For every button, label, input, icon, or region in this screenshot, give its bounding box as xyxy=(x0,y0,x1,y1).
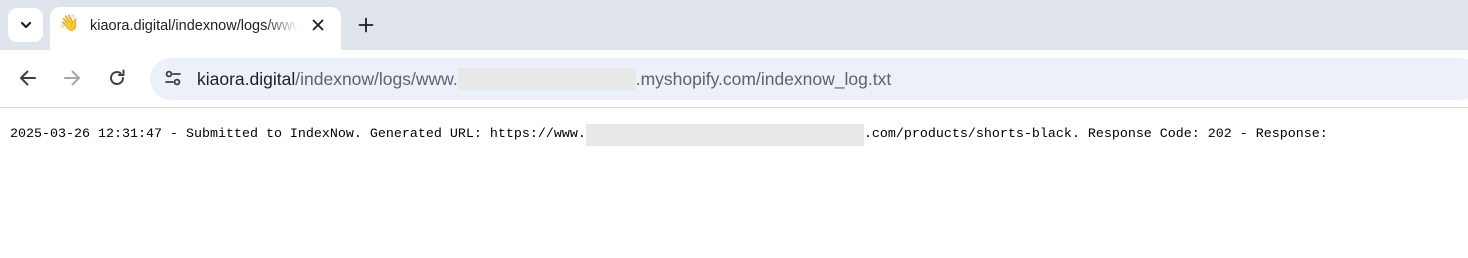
url-redaction xyxy=(457,68,636,90)
tune-icon xyxy=(165,70,181,86)
forward-button[interactable] xyxy=(60,66,84,90)
reload-icon xyxy=(110,69,125,85)
log-line: 2025-03-26 12:31:47 - Submitted to Index… xyxy=(10,124,1328,146)
tab-title: kiaora.digital/indexnow/logs/www. xyxy=(90,18,298,34)
waving-hand-icon: 👋 xyxy=(59,15,79,32)
chevron-down-icon xyxy=(20,21,31,29)
url-path-suffix: .myshopify.com/indexnow_log.txt xyxy=(635,69,892,89)
new-tab-button[interactable] xyxy=(354,13,378,37)
url-text[interactable]: kiaora.digital /indexnow/logs/www. .mysh… xyxy=(197,68,891,90)
log-redaction xyxy=(585,124,864,146)
log-line-prefix: 2025-03-26 12:31:47 - Submitted to Index… xyxy=(10,127,586,142)
url-path-prefix: /indexnow/logs/www. xyxy=(295,69,458,89)
back-arrow-icon xyxy=(20,70,36,86)
browser-toolbar: kiaora.digital /indexnow/logs/www. .mysh… xyxy=(0,50,1468,108)
plus-icon xyxy=(358,17,374,33)
reload-button[interactable] xyxy=(105,66,129,90)
active-tab[interactable]: 👋 kiaora.digital/indexnow/logs/www. xyxy=(50,7,341,50)
back-button[interactable] xyxy=(16,66,40,90)
tab-search-button[interactable] xyxy=(8,8,43,42)
tab-close-button[interactable] xyxy=(308,15,328,35)
log-line-suffix: .com/products/shorts-black. Response Cod… xyxy=(863,127,1328,142)
tab-strip: 👋 kiaora.digital/indexnow/logs/www. xyxy=(0,0,1468,50)
address-bar[interactable]: kiaora.digital /indexnow/logs/www. .mysh… xyxy=(150,58,1468,100)
url-host: kiaora.digital xyxy=(197,69,296,89)
close-icon xyxy=(312,19,324,31)
site-info-button[interactable] xyxy=(158,63,188,93)
forward-arrow-icon xyxy=(64,70,80,86)
